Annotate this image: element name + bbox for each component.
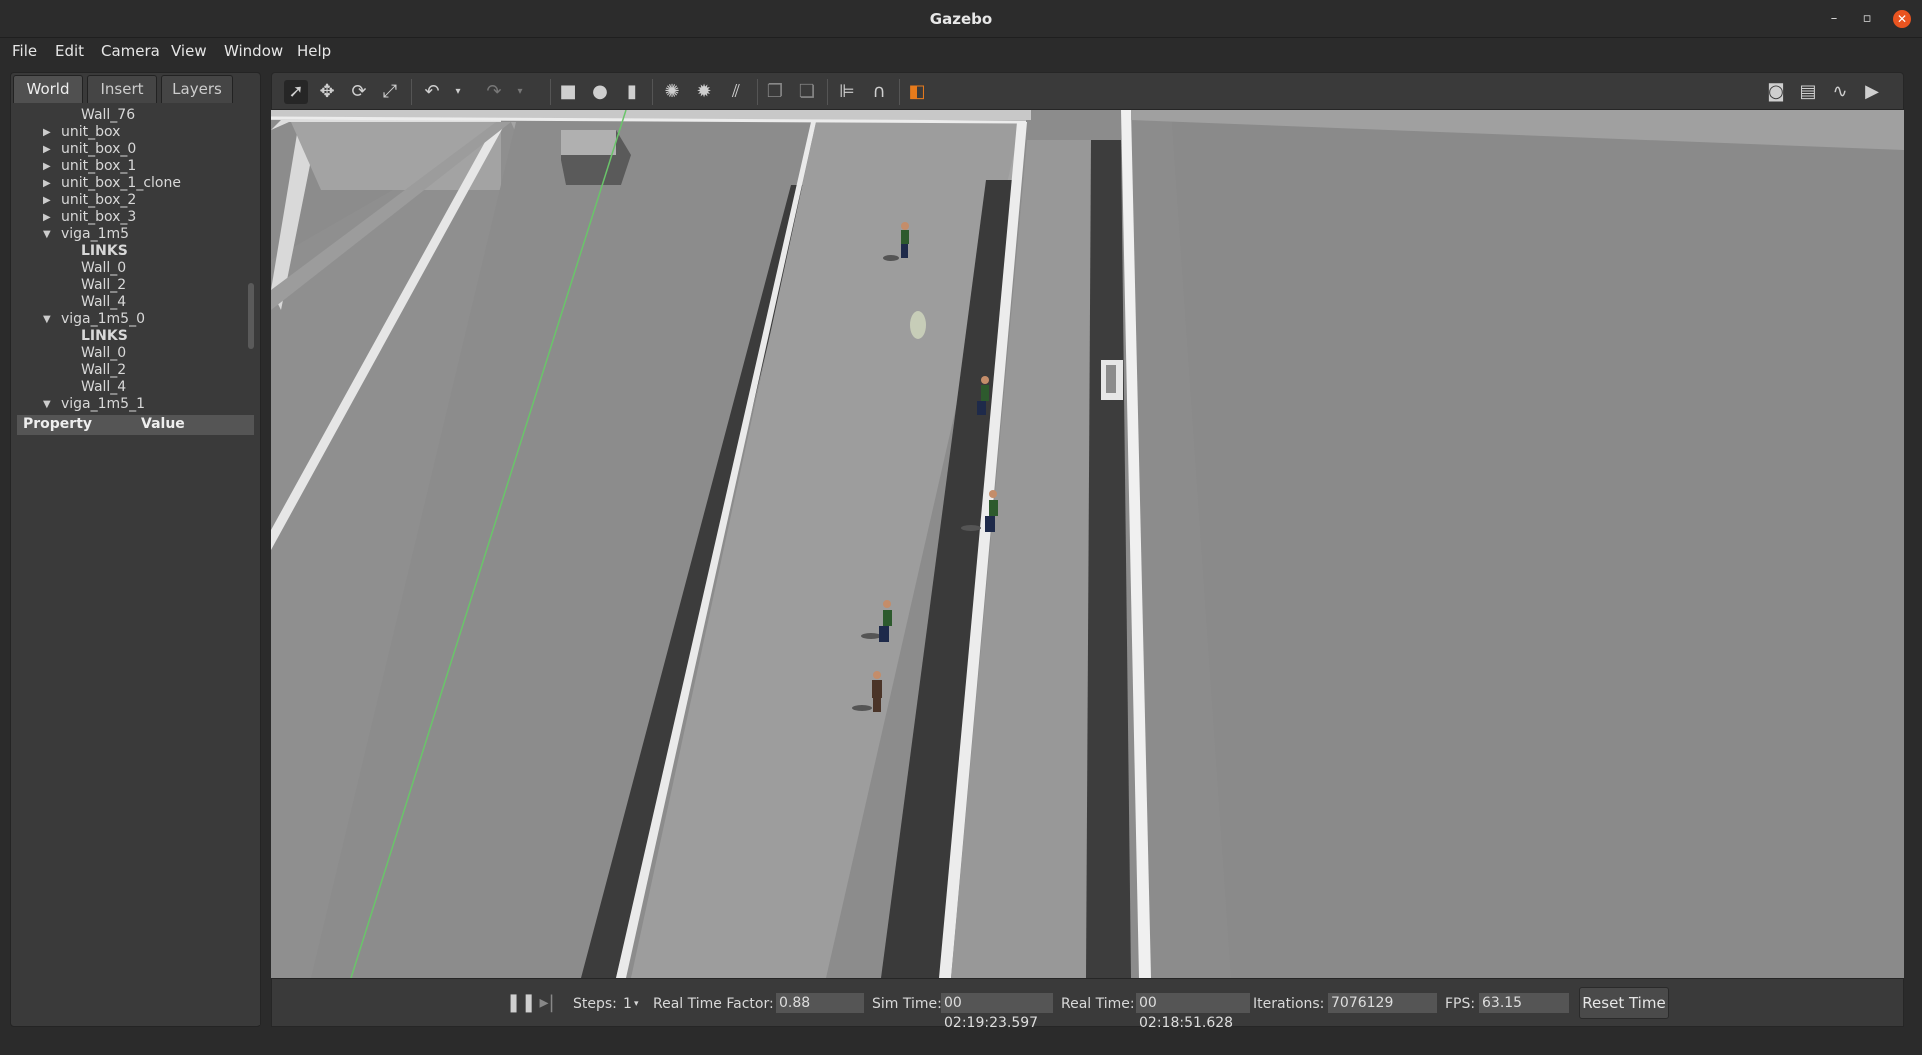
spot-light-icon[interactable]: ✹ — [692, 80, 716, 104]
expand-right-icon[interactable]: ▶ — [43, 195, 51, 206]
tree-item[interactable]: unit_box_0 — [61, 141, 136, 157]
fps-field: 63.15 — [1479, 993, 1569, 1013]
title-bar: Gazebo – ▫ ✕ — [0, 0, 1922, 38]
tab-world[interactable]: World — [13, 75, 83, 103]
steps-value[interactable]: 1 — [623, 996, 632, 1012]
maximize-button[interactable]: ▫ — [1858, 10, 1876, 28]
value-column-label: Value — [141, 416, 185, 432]
menu-view[interactable]: View — [171, 42, 207, 60]
scene-render — [271, 110, 1904, 978]
iterations-label: Iterations: — [1253, 996, 1325, 1012]
tree-item[interactable]: unit_box_1_clone — [61, 175, 181, 191]
expand-right-icon[interactable]: ▶ — [43, 212, 51, 223]
expand-down-icon[interactable]: ▼ — [43, 229, 51, 240]
window-title: Gazebo — [929, 10, 993, 28]
tree-item[interactable]: viga_1m5_0 — [61, 311, 145, 327]
steps-label: Steps: — [573, 996, 617, 1012]
copy-icon[interactable]: ❐ — [763, 80, 787, 104]
paste-icon[interactable]: ❏ — [795, 80, 819, 104]
property-header: Property Value — [17, 415, 254, 435]
menu-window[interactable]: Window — [224, 42, 283, 60]
menu-camera[interactable]: Camera — [101, 42, 160, 60]
sim-time-label: Sim Time: — [872, 996, 942, 1012]
point-light-icon[interactable]: ✺ — [660, 80, 684, 104]
view-angle-icon[interactable]: ◧ — [905, 80, 929, 104]
expand-right-icon[interactable]: ▶ — [43, 144, 51, 155]
property-area — [13, 437, 260, 1025]
tree-item[interactable]: Wall_0 — [81, 260, 126, 276]
rtf-label: Real Time Factor: — [653, 996, 774, 1012]
tree-item[interactable]: unit_box_2 — [61, 192, 136, 208]
status-bar: ❚❚ ▸| Steps: 1 ▾ Real Time Factor: 0.88 … — [271, 978, 1904, 1031]
align-icon[interactable]: ⊫ — [835, 80, 859, 104]
expand-right-icon[interactable]: ▶ — [43, 127, 51, 138]
scene-viewport[interactable] — [271, 110, 1904, 978]
snap-icon[interactable]: ∩ — [867, 80, 891, 104]
expand-down-icon[interactable]: ▼ — [43, 314, 51, 325]
redo-icon[interactable]: ↷ — [482, 80, 506, 104]
translate-mode-icon[interactable]: ✥ — [315, 80, 339, 104]
step-icon[interactable]: ▸| — [535, 991, 559, 1015]
tab-insert[interactable]: Insert — [87, 75, 157, 103]
tree-item[interactable]: Wall_0 — [81, 345, 126, 361]
tree-item[interactable]: Wall_2 — [81, 277, 126, 293]
expand-right-icon[interactable]: ▶ — [43, 178, 51, 189]
tree-item[interactable]: viga_1m5 — [61, 226, 129, 242]
tree-item[interactable]: unit_box_1 — [61, 158, 136, 174]
tree-item[interactable]: viga_1m5_1 — [61, 396, 145, 412]
tree-item[interactable]: Wall_76 — [81, 107, 135, 123]
menu-bar: File Edit Camera View Window Help — [0, 38, 1922, 64]
undo-icon[interactable]: ↶ — [420, 80, 444, 104]
menu-file[interactable]: File — [12, 42, 37, 60]
panel-tabs: World Insert Layers — [13, 73, 260, 103]
log-icon[interactable]: ▤ — [1796, 80, 1820, 104]
tree-item[interactable]: LINKS — [81, 243, 128, 259]
screenshot-icon[interactable]: ◙ — [1764, 80, 1788, 104]
rotate-mode-icon[interactable]: ⟳ — [347, 80, 371, 104]
menu-edit[interactable]: Edit — [55, 42, 84, 60]
box-shape-icon[interactable]: ■ — [556, 80, 580, 104]
steps-dropdown-icon[interactable]: ▾ — [634, 999, 639, 1009]
left-panel: World Insert Layers Wall_76 ▶ unit_box ▶ uni… — [10, 72, 261, 1027]
vase-model — [910, 311, 926, 339]
scale-mode-icon[interactable]: ⤢ — [378, 80, 402, 104]
plot-icon[interactable]: ∿ — [1828, 80, 1852, 104]
pause-icon[interactable]: ❚❚ — [506, 991, 536, 1015]
reset-time-button[interactable]: Reset Time — [1579, 987, 1669, 1019]
tree-item[interactable]: Wall_4 — [81, 294, 126, 310]
record-video-icon[interactable]: ▶ — [1860, 80, 1884, 104]
menu-help[interactable]: Help — [297, 42, 331, 60]
tree-item[interactable]: Wall_2 — [81, 362, 126, 378]
tree-scrollbar[interactable] — [248, 283, 254, 349]
real-time-label: Real Time: — [1061, 996, 1135, 1012]
directional-light-icon[interactable]: ⫽ — [724, 80, 748, 104]
property-column-label: Property — [23, 416, 93, 432]
rtf-field: 0.88 — [776, 993, 864, 1013]
expand-right-icon[interactable]: ▶ — [43, 161, 51, 172]
iterations-field: 7076129 — [1328, 993, 1437, 1013]
redo-dropdown-icon[interactable]: ▾ — [508, 80, 532, 104]
sim-time-field: 00 02:19:23.597 — [941, 993, 1053, 1031]
fps-label: FPS: — [1445, 996, 1476, 1012]
select-mode-icon[interactable]: ➚ — [284, 80, 308, 104]
tab-layers[interactable]: Layers — [161, 75, 233, 103]
tree-item[interactable]: unit_box — [61, 124, 120, 140]
close-button[interactable]: ✕ — [1893, 10, 1911, 28]
tree-item[interactable]: unit_box_3 — [61, 209, 136, 225]
tree-item[interactable]: Wall_4 — [81, 379, 126, 395]
tree-item[interactable]: LINKS — [81, 328, 128, 344]
sphere-shape-icon[interactable]: ● — [588, 80, 612, 104]
toolbar: ➚ ✥ ⟳ ⤢ ↶ ▾ ↷ ▾ ■ ● ▮ ✺ ✹ ⫽ ❐ ❏ ⊫ ∩ ◧ ◙ … — [271, 72, 1904, 110]
real-time-field: 00 02:18:51.628 — [1136, 993, 1250, 1031]
cylinder-shape-icon[interactable]: ▮ — [620, 80, 644, 104]
minimize-button[interactable]: – — [1825, 10, 1843, 28]
expand-down-icon[interactable]: ▼ — [43, 399, 51, 410]
undo-dropdown-icon[interactable]: ▾ — [446, 80, 470, 104]
